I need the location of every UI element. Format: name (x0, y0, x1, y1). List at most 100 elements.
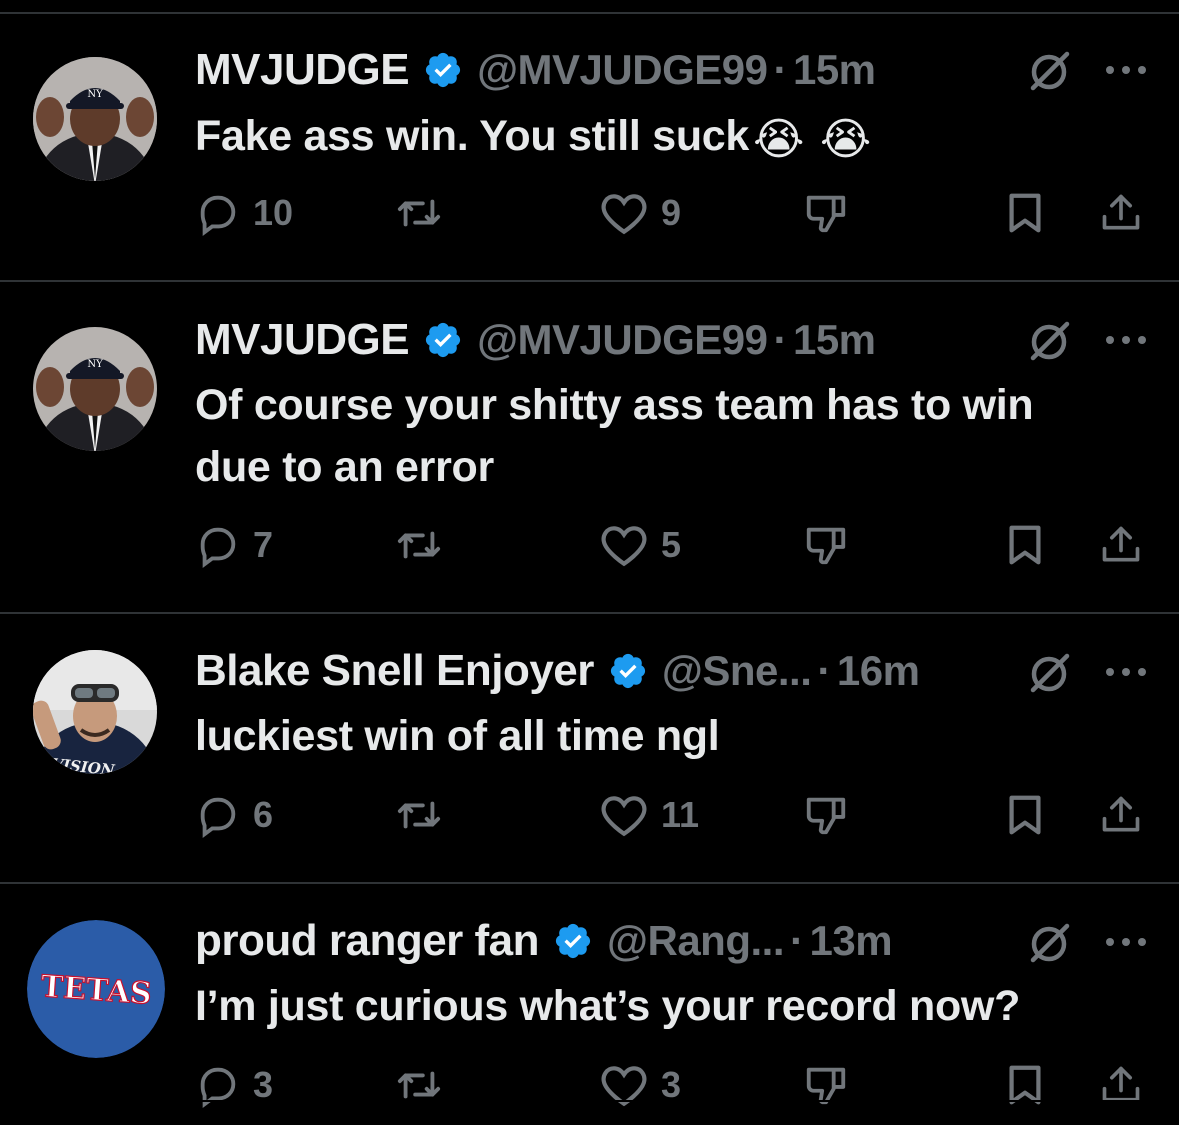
tweet[interactable]: NY MVJUDGE @MVJUDGE99 · 15m Of course yo… (0, 282, 1179, 612)
user-handle[interactable]: @MVJUDGE99 (477, 46, 768, 94)
tweet-text: I’m just curious what’s your record now? (195, 975, 1155, 1037)
thumbs-down-icon (806, 527, 846, 565)
retweet-icon (397, 531, 441, 559)
user-handle[interactable]: @MVJUDGE99 (477, 316, 768, 364)
separator-dot: · (790, 917, 804, 964)
display-name[interactable]: proud ranger fan (195, 916, 540, 966)
separator-dot: · (773, 316, 787, 363)
svg-text:NY: NY (87, 89, 103, 100)
tweet-text: Of course your shitty ass team has to wi… (195, 374, 1155, 498)
tweet[interactable]: TETAS proud ranger fan @Rang... · 13m I’… (0, 884, 1179, 1125)
thumbs-down-icon (806, 195, 846, 233)
reply-icon (200, 797, 236, 838)
separator-dot: · (817, 647, 831, 694)
timestamp[interactable]: 13m (810, 917, 893, 965)
tweet[interactable]: DIVISION Blake Snell Enjoyer @Sne... · 1… (0, 614, 1179, 882)
like-button[interactable]: 9 (599, 188, 681, 238)
avatar[interactable]: DIVISION (33, 650, 157, 774)
tweet-header: proud ranger fan @Rang... · 13m (195, 911, 893, 971)
reply-icon (200, 527, 236, 568)
tweet-actions: 7 5 (195, 520, 1155, 570)
more-icon[interactable] (1103, 63, 1149, 77)
bookmark-button[interactable] (1005, 1060, 1045, 1110)
display-name[interactable]: MVJUDGE (195, 45, 410, 95)
tweet-header: MVJUDGE @MVJUDGE99 · 15m (195, 40, 876, 100)
more-icon[interactable] (1103, 665, 1149, 679)
dislike-button[interactable] (803, 188, 849, 238)
retweet-button[interactable] (393, 790, 445, 840)
timestamp[interactable]: 15m (793, 316, 876, 364)
like-count: 9 (661, 192, 682, 233)
retweet-button[interactable] (393, 520, 445, 570)
verified-badge-icon (610, 653, 645, 689)
verified-badge-icon (426, 322, 461, 358)
separator-dot: · (773, 46, 787, 93)
user-handle[interactable]: @Rang... (607, 917, 784, 965)
tweet-header: MVJUDGE @MVJUDGE99 · 15m (195, 310, 876, 370)
dislike-button[interactable] (803, 790, 849, 840)
share-button[interactable] (1099, 790, 1143, 840)
more-icon[interactable] (1103, 935, 1149, 949)
reply-count: 7 (253, 524, 274, 565)
bookmark-icon (1009, 795, 1041, 835)
tweet-text-content: I’m just curious what’s your record now? (195, 982, 1021, 1030)
retweet-button[interactable] (393, 1060, 445, 1110)
reply-count: 6 (253, 794, 274, 835)
reply-button[interactable]: 7 (195, 520, 273, 570)
reply-button[interactable]: 10 (195, 188, 293, 238)
tweet-text-content: Fake ass win. You still suck (195, 112, 750, 160)
tweet-text: luckiest win of all time ngl (195, 705, 1155, 767)
more-icon[interactable] (1103, 333, 1149, 347)
like-button[interactable]: 11 (599, 790, 699, 840)
avatar[interactable]: NY (33, 327, 157, 451)
avatar[interactable]: NY (33, 57, 157, 181)
verified-badge-icon (426, 52, 461, 88)
like-button[interactable]: 3 (599, 1060, 681, 1110)
share-button[interactable] (1099, 520, 1143, 570)
tweet-text: Fake ass win. You still suck😭 😭 (195, 105, 1155, 167)
share-button[interactable] (1099, 1060, 1143, 1110)
user-handle[interactable]: @Sne... (662, 647, 812, 695)
bottom-cut (0, 1100, 1179, 1102)
bookmark-icon (1009, 525, 1041, 565)
timestamp[interactable]: 15m (793, 46, 876, 94)
display-name[interactable]: MVJUDGE (195, 315, 410, 365)
retweet-icon (397, 199, 441, 227)
share-icon (1102, 194, 1140, 230)
tweet-text-line: due to an error (195, 443, 494, 491)
tweet-actions: 6 11 (195, 790, 1155, 840)
heart-icon (601, 526, 647, 567)
avatar-photo: NY (33, 57, 157, 181)
avatar[interactable]: TETAS (27, 920, 165, 1058)
heart-icon (601, 796, 647, 837)
reply-button[interactable]: 6 (195, 790, 273, 840)
timeline-feed: NY MVJUDGE @MVJUDGE99 · 15m Fake ass win… (0, 0, 1179, 1125)
grok-icon[interactable] (1025, 316, 1073, 364)
reply-button[interactable]: 3 (195, 1060, 273, 1110)
like-count: 11 (661, 794, 700, 835)
share-icon (1102, 796, 1140, 832)
dislike-button[interactable] (803, 1060, 849, 1110)
verified-badge-icon (555, 923, 591, 959)
tweet-text-content: luckiest win of all time ngl (195, 712, 720, 760)
thumbs-down-icon (806, 797, 846, 835)
grok-icon[interactable] (1025, 918, 1073, 966)
share-button[interactable] (1099, 188, 1143, 238)
reply-icon (200, 195, 236, 236)
grok-icon[interactable] (1025, 648, 1073, 696)
retweet-button[interactable] (393, 188, 445, 238)
loudly-crying-emoji: 😭 (819, 115, 871, 164)
tweet[interactable]: NY MVJUDGE @MVJUDGE99 · 15m Fake ass win… (0, 0, 1179, 280)
dislike-button[interactable] (803, 520, 849, 570)
grok-icon[interactable] (1025, 46, 1073, 94)
bookmark-button[interactable] (1005, 188, 1045, 238)
display-name[interactable]: Blake Snell Enjoyer (195, 646, 594, 696)
tweet-text-line: Of course your shitty ass team has to wi… (195, 381, 1034, 429)
bookmark-button[interactable] (1005, 520, 1045, 570)
tweet-header: Blake Snell Enjoyer @Sne... · 16m (195, 641, 920, 701)
share-icon (1102, 526, 1140, 562)
timestamp[interactable]: 16m (837, 647, 920, 695)
like-button[interactable]: 5 (599, 520, 681, 570)
bookmark-button[interactable] (1005, 790, 1045, 840)
avatar-logo: TETAS (27, 920, 165, 1058)
